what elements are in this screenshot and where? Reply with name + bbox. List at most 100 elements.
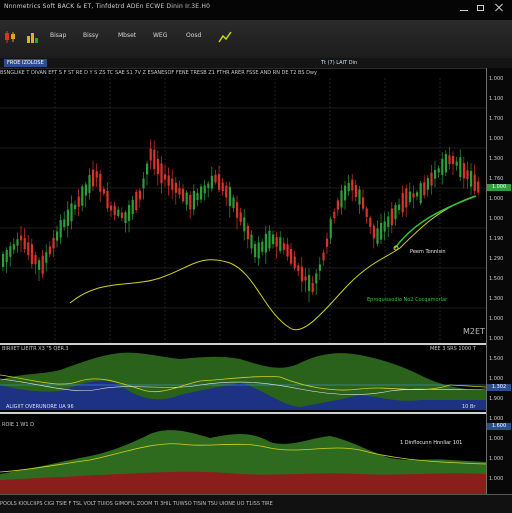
candle-body [203,185,206,194]
candle-body [102,188,105,194]
candle-body [405,188,408,208]
candle-body [210,175,213,189]
candle-body [236,202,239,218]
candle-body [358,189,361,205]
candle-body [434,169,437,179]
price-axis-label: 1.760 [489,176,504,182]
price-axis[interactable]: 1.000 1.100 1.700 1.000 1.300 1.760 1.000 1.000… [486,68,512,512]
candle-body [441,158,444,175]
candle-body [48,246,51,255]
candle-body [124,212,127,223]
minimize-icon[interactable] [459,4,469,12]
candle-body [174,182,177,193]
candle-body [466,170,469,179]
candle-icon[interactable] [3,30,17,44]
candle-body [171,178,174,190]
candle-body [56,231,59,241]
toolbar: Bisap Bissy Mbset WEG Oosd [0,20,512,59]
candle-body [437,168,440,173]
candle-body [160,163,163,184]
price-axis-label: 1.000 [489,76,504,82]
candle-body [380,222,383,240]
candle-body [142,178,145,189]
candle-body [423,182,426,196]
candle-body [59,220,62,238]
candle-body [243,217,246,232]
candle-body [228,186,231,206]
candle-body [66,209,69,226]
candle-body [164,174,167,180]
candle-body [92,169,95,187]
toolbar-item-1[interactable]: Bissy [83,32,99,46]
candle-body [326,238,329,247]
candle-body [444,154,447,173]
candle-body [362,197,365,209]
price-axis-label: 1.900 [489,396,504,402]
price-tag-1: 1.302 [487,384,511,391]
indicator-1-label: ALIGIIT OVERUNORE UA 96 [4,404,76,410]
maximize-icon[interactable] [476,4,486,12]
window-title: Nnnmetrics Soft BACK & ET, Tinfdetrd ADE… [4,3,211,10]
candle-body [156,158,159,175]
indicator-2-panel[interactable] [0,414,486,494]
toolbar-item-4[interactable]: Oosd [186,32,201,46]
candle-body [149,148,152,161]
price-axis-label: 1.190 [489,236,504,242]
indicator-1-panel[interactable] [0,345,486,410]
candle-body [250,234,253,249]
candle-body [214,174,217,183]
candle-body [128,205,131,221]
candle-body [225,185,228,198]
candle-body [131,199,134,215]
tab-0[interactable]: FROE IZOLOSE [4,59,47,67]
price-axis-label: 1.000 [489,216,504,222]
candle-body [304,276,307,281]
candle-body [207,183,210,189]
candle-body [254,243,257,258]
candle-body [153,149,156,170]
time-axis[interactable]: POOLS KIOLCIIPS CIGI TSIE F TSL VOLT TUI… [0,494,512,513]
toolbar-item-3[interactable]: WEG [153,32,167,46]
close-icon[interactable] [494,4,504,12]
toolbar-item-2[interactable]: Mbset [118,32,136,46]
title-bar: Nnnmetrics Soft BACK & ET, Tinfdetrd ADE… [0,0,512,20]
candle-body [106,190,109,209]
bar-icon[interactable] [25,30,39,44]
toolbar-item-0[interactable]: Bisap [50,32,66,46]
price-axis-label: 1.000 [489,456,504,462]
candle-body [52,237,55,249]
chart-icon[interactable] [218,30,232,44]
candle-body [2,254,5,267]
candle-body [84,184,87,196]
tab-1[interactable]: Tt (7) LAIT Din [318,59,360,67]
candle-body [23,237,26,249]
candle-body [74,204,77,210]
candle-body [81,186,84,206]
price-axis-label: 1.100 [489,96,504,102]
candle-body [12,244,15,250]
candle-body [448,155,451,164]
candle-body [401,192,404,213]
candle-body [196,193,199,201]
candle-body [185,192,188,205]
candle-body [286,244,289,257]
candle-body [290,249,293,264]
candle-body [408,191,411,202]
candle-body [77,196,80,207]
candle-body [30,244,33,265]
price-axis-label: 1.500 [489,276,504,282]
price-axis-label: 1.000 [489,316,504,322]
candle-body [311,283,314,292]
candle-body [63,219,66,228]
candle-body [340,190,343,208]
price-axis-label: 1.000 [489,196,504,202]
candle-body [110,205,113,211]
candle-body [300,266,303,282]
main-price-chart[interactable] [0,78,486,344]
price-axis-label: 1.000 [489,416,504,422]
candle-body [344,185,347,201]
candle-body [16,239,19,246]
candle-body [9,246,12,257]
candle-body [189,194,192,210]
time-axis-labels: POOLS KIOLCIIPS CIGI TSIE F TSL VOLT TUI… [0,501,273,507]
